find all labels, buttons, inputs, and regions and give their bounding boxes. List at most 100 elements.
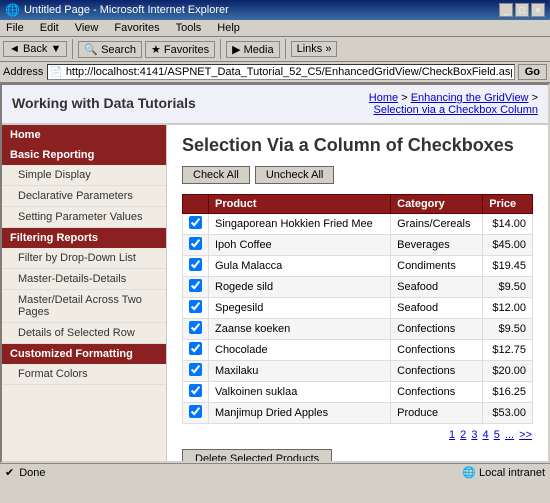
media-button[interactable]: ▶ Media <box>226 41 279 58</box>
table-row: Spegesild Seafood $12.00 <box>183 298 533 319</box>
page-next[interactable]: >> <box>519 429 532 441</box>
nav-master-detail-two[interactable]: Master/Detail Across Two Pages <box>2 290 166 323</box>
status-text: Done <box>19 467 45 479</box>
menu-file[interactable]: File <box>3 21 27 35</box>
row-checkbox[interactable] <box>189 300 202 313</box>
content-area: Home Basic Reporting Simple Display Decl… <box>2 125 548 461</box>
row-product: Maxilaku <box>209 361 391 382</box>
status-done-icon: ✔ <box>5 466 14 479</box>
row-price: $53.00 <box>483 403 533 424</box>
table-row: Ipoh Coffee Beverages $45.00 <box>183 235 533 256</box>
zone-text: Local intranet <box>479 467 545 479</box>
table-row: Gula Malacca Condiments $19.45 <box>183 256 533 277</box>
zone-icon: 🌐 <box>462 467 476 479</box>
row-checkbox-cell <box>183 403 209 424</box>
row-price: $9.50 <box>483 277 533 298</box>
row-price: $19.45 <box>483 256 533 277</box>
products-table: Product Category Price Singaporean Hokki… <box>182 194 533 424</box>
row-checkbox-cell <box>183 256 209 277</box>
row-checkbox-cell <box>183 340 209 361</box>
nav-setting-params[interactable]: Setting Parameter Values <box>2 207 166 228</box>
nav-section-formatting: Customized Formatting <box>2 344 166 364</box>
uncheck-all-button[interactable]: Uncheck All <box>255 166 334 184</box>
menu-edit[interactable]: Edit <box>37 21 62 35</box>
row-checkbox[interactable] <box>189 405 202 418</box>
close-button[interactable]: × <box>531 3 545 17</box>
col-header-category: Category <box>391 195 483 214</box>
page-2[interactable]: 2 <box>460 429 466 441</box>
row-checkbox[interactable] <box>189 216 202 229</box>
page-3[interactable]: 3 <box>471 429 477 441</box>
breadcrumb: Home > Enhancing the GridView > Selectio… <box>369 90 538 118</box>
row-product: Gula Malacca <box>209 256 391 277</box>
row-checkbox[interactable] <box>189 279 202 292</box>
title-bar-controls[interactable]: _ □ × <box>499 3 545 17</box>
menu-favorites[interactable]: Favorites <box>111 21 162 35</box>
nav-filter-dropdown[interactable]: Filter by Drop-Down List <box>2 248 166 269</box>
status-right: 🌐 Local intranet <box>462 466 545 479</box>
row-checkbox-cell <box>183 277 209 298</box>
go-button[interactable]: Go <box>518 64 547 80</box>
breadcrumb-home[interactable]: Home <box>369 92 398 104</box>
row-category: Confections <box>391 361 483 382</box>
search-button[interactable]: 🔍 Search <box>78 41 142 58</box>
toolbar-separator-2 <box>220 39 221 59</box>
row-checkbox[interactable] <box>189 258 202 271</box>
menu-tools[interactable]: Tools <box>173 21 205 35</box>
address-bar: Address 📄 Go <box>0 62 550 83</box>
breadcrumb-enhancing[interactable]: Enhancing the GridView <box>411 92 529 104</box>
page-ellipsis[interactable]: ... <box>505 429 514 441</box>
favorites-button[interactable]: ★ Favorites <box>145 41 215 58</box>
nav-section-basic-reporting: Basic Reporting <box>2 145 166 165</box>
menu-view[interactable]: View <box>72 21 102 35</box>
nav-simple-display[interactable]: Simple Display <box>2 165 166 186</box>
page-4[interactable]: 4 <box>483 429 489 441</box>
row-price: $20.00 <box>483 361 533 382</box>
row-product: Zaanse koeken <box>209 319 391 340</box>
row-category: Grains/Cereals <box>391 214 483 235</box>
check-all-button[interactable]: Check All <box>182 166 250 184</box>
page-1[interactable]: 1 <box>449 429 455 441</box>
address-label: Address <box>3 66 43 78</box>
nav-format-colors[interactable]: Format Colors <box>2 364 166 385</box>
row-checkbox[interactable] <box>189 342 202 355</box>
row-checkbox-cell <box>183 214 209 235</box>
title-bar-left: 🌐 Untitled Page - Microsoft Internet Exp… <box>5 3 229 17</box>
row-product: Chocolade <box>209 340 391 361</box>
row-category: Seafood <box>391 298 483 319</box>
page-heading: Selection Via a Column of Checkboxes <box>182 135 533 156</box>
menu-bar: File Edit View Favorites Tools Help <box>0 20 550 37</box>
row-product: Valkoinen suklaa <box>209 382 391 403</box>
row-product: Ipoh Coffee <box>209 235 391 256</box>
row-checkbox[interactable] <box>189 237 202 250</box>
row-checkbox-cell <box>183 235 209 256</box>
row-checkbox[interactable] <box>189 384 202 397</box>
row-price: $12.75 <box>483 340 533 361</box>
toolbar-separator-3 <box>285 39 286 59</box>
menu-help[interactable]: Help <box>214 21 243 35</box>
page-icon: 📄 <box>50 67 62 78</box>
row-checkbox[interactable] <box>189 363 202 376</box>
address-input-container[interactable]: 📄 <box>47 64 514 80</box>
breadcrumb-current[interactable]: Selection via a Checkbox Column <box>374 104 538 116</box>
nav-declarative-params[interactable]: Declarative Parameters <box>2 186 166 207</box>
row-checkbox-cell <box>183 319 209 340</box>
links-button[interactable]: Links » <box>291 41 338 57</box>
row-checkbox-cell <box>183 361 209 382</box>
page-5[interactable]: 5 <box>494 429 500 441</box>
minimize-button[interactable]: _ <box>499 3 513 17</box>
nav-master-details[interactable]: Master-Details-Details <box>2 269 166 290</box>
site-title: Working with Data Tutorials <box>12 90 196 116</box>
nav-details-selected-row[interactable]: Details of Selected Row <box>2 323 166 344</box>
pagination: 1 2 3 4 5 ... >> <box>182 429 533 441</box>
row-checkbox-cell <box>183 298 209 319</box>
row-checkbox[interactable] <box>189 321 202 334</box>
address-text-input[interactable] <box>66 66 512 78</box>
back-button[interactable]: ◄ Back ▼ <box>3 41 67 57</box>
nav-home[interactable]: Home <box>2 125 166 145</box>
status-left: ✔ Done <box>5 466 46 479</box>
maximize-button[interactable]: □ <box>515 3 529 17</box>
row-category: Confections <box>391 340 483 361</box>
delete-selected-button[interactable]: Delete Selected Products <box>182 449 332 461</box>
table-row: Zaanse koeken Confections $9.50 <box>183 319 533 340</box>
